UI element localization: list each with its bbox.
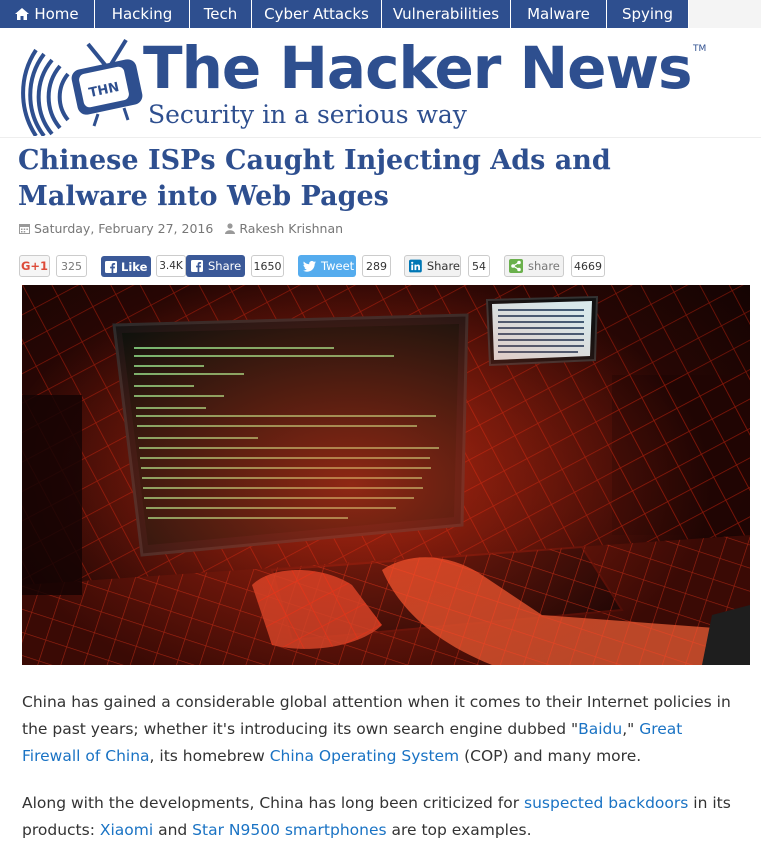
share-label: share <box>528 259 560 273</box>
gplus-button[interactable]: G+1 <box>19 255 50 277</box>
top-nav: Home Hacking Tech Cyber Attacks Vulnerab… <box>0 0 761 28</box>
site-brand[interactable]: The Hacker News <box>143 34 693 102</box>
nav-item-hacking[interactable]: Hacking <box>95 0 190 28</box>
hacker-at-computer-illustration <box>22 285 750 665</box>
facebook-share-label: Share <box>208 259 242 273</box>
facebook-share-count: 1650 <box>251 255 284 277</box>
tweet-button[interactable]: Tweet <box>298 255 356 277</box>
calendar-icon <box>19 224 30 234</box>
facebook-like-button[interactable]: Like <box>101 256 151 277</box>
article-hero-image[interactable] <box>22 285 750 665</box>
nav-item-label: Malware <box>527 5 590 23</box>
share-icon <box>509 259 523 273</box>
site-tagline: Security in a serious way <box>148 100 467 129</box>
linkedin-icon <box>409 259 422 273</box>
link-suspected-backdoors[interactable]: suspected backdoors <box>524 794 688 812</box>
article-author[interactable]: Rakesh Krishnan <box>239 221 343 236</box>
share-bar: G+1 325 Like 3.4K Share 1650 Tweet 289 S… <box>19 255 759 277</box>
article-title[interactable]: Chinese ISPs Caught Injecting Ads and Ma… <box>18 143 748 215</box>
facebook-icon <box>105 260 117 273</box>
gplus-label: G+1 <box>20 259 49 273</box>
paragraph-text: and <box>153 821 193 839</box>
home-icon <box>15 8 30 20</box>
nav-menu: Home Hacking Tech Cyber Attacks Vulnerab… <box>0 0 689 28</box>
nav-item-malware[interactable]: Malware <box>511 0 607 28</box>
link-star-n9500[interactable]: Star N9500 smartphones <box>192 821 386 839</box>
article-paragraph-1: China has gained a considerable global a… <box>22 689 744 770</box>
nav-item-label: Hacking <box>111 5 173 23</box>
link-baidu[interactable]: Baidu <box>578 720 622 738</box>
nav-item-home[interactable]: Home <box>0 0 95 28</box>
share-button[interactable]: share <box>504 255 564 277</box>
nav-item-label: Home <box>34 5 79 23</box>
paragraph-text: , its homebrew <box>149 747 270 765</box>
tweet-count: 289 <box>362 255 391 277</box>
paragraph-text: Along with the developments, China has l… <box>22 794 524 812</box>
linkedin-share-button[interactable]: Share <box>404 255 461 277</box>
nav-item-label: Cyber Attacks <box>264 5 369 23</box>
user-icon <box>225 223 236 234</box>
site-header: THN The Hacker News TM Security in a ser… <box>0 28 761 138</box>
linkedin-count: 54 <box>468 255 490 277</box>
article-paragraph-2: Along with the developments, China has l… <box>22 790 744 844</box>
tv-logo-icon[interactable]: THN <box>18 36 148 136</box>
link-china-operating-system[interactable]: China Operating System <box>270 747 459 765</box>
share-count: 4669 <box>571 255 605 277</box>
facebook-icon <box>191 260 203 272</box>
nav-item-cyber-attacks[interactable]: Cyber Attacks <box>252 0 382 28</box>
facebook-like-count: 3.4K <box>156 255 186 277</box>
nav-item-vulnerabilities[interactable]: Vulnerabilities <box>382 0 511 28</box>
nav-item-label: Vulnerabilities <box>392 5 500 23</box>
linkedin-share-label: Share <box>426 259 460 273</box>
facebook-like-label: Like <box>121 259 148 274</box>
paragraph-text: are top examples. <box>386 821 532 839</box>
tweet-label: Tweet <box>321 259 355 273</box>
paragraph-text: ," <box>622 720 640 738</box>
paragraph-text: (COP) and many more. <box>459 747 642 765</box>
trademark: TM <box>693 44 707 54</box>
twitter-bird-icon <box>303 260 316 272</box>
gplus-count: 325 <box>56 255 87 277</box>
nav-item-tech[interactable]: Tech <box>190 0 252 28</box>
facebook-share-button[interactable]: Share <box>186 255 245 277</box>
link-xiaomi[interactable]: Xiaomi <box>100 821 153 839</box>
nav-item-label: Spying <box>621 5 674 23</box>
nav-item-spying[interactable]: Spying <box>607 0 689 28</box>
nav-item-label: Tech <box>203 5 238 23</box>
article-meta: Saturday, February 27, 2016 Rakesh Krish… <box>19 221 343 236</box>
article-date: Saturday, February 27, 2016 <box>34 221 214 236</box>
article-author-block: Rakesh Krishnan <box>225 221 343 236</box>
